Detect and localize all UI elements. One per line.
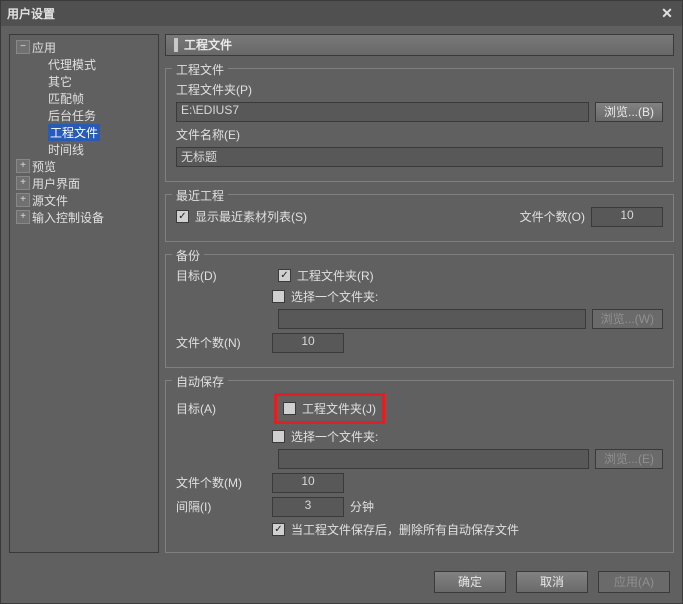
expand-icon[interactable]: + xyxy=(16,210,30,224)
collapse-icon[interactable]: − xyxy=(16,40,30,54)
tree-app[interactable]: −应用 xyxy=(12,39,156,56)
tree-ui[interactable]: +用户界面 xyxy=(12,175,156,192)
footer: 确定 取消 应用(A) xyxy=(1,561,682,603)
autosave-select-checkbox[interactable] xyxy=(272,430,285,443)
autosave-folder-label: 工程文件夹(J) xyxy=(302,400,376,417)
dialog-title: 用户设置 xyxy=(7,5,658,22)
delete-autosave-checkbox[interactable] xyxy=(272,523,285,536)
interval-input[interactable]: 3 xyxy=(272,497,344,517)
autosave-folder-checkbox[interactable] xyxy=(283,402,296,415)
tree-input[interactable]: +输入控制设备 xyxy=(12,209,156,226)
filename-label: 文件名称(E) xyxy=(176,126,240,143)
highlight-box: 工程文件夹(J) xyxy=(274,393,385,424)
expand-icon[interactable]: + xyxy=(16,159,30,173)
close-icon[interactable]: ✕ xyxy=(658,4,676,22)
user-settings-dialog: 用户设置 ✕ −应用 代理模式 其它 匹配帧 后台任务 工程文件 时间线 +预览… xyxy=(0,0,683,604)
show-recent-checkbox[interactable] xyxy=(176,210,189,223)
backup-target-label: 目标(D) xyxy=(176,267,246,284)
backup-count-input[interactable]: 10 xyxy=(272,333,344,353)
cancel-button[interactable]: 取消 xyxy=(516,571,588,593)
backup-select-checkbox[interactable] xyxy=(272,290,285,303)
backup-group: 备份 目标(D) 工程文件夹(R) 选择一个文件夹: 浏览...(W) xyxy=(165,254,674,368)
backup-folder-label: 工程文件夹(R) xyxy=(297,267,374,284)
autosave-group: 自动保存 目标(A) 工程文件夹(J) 选择一个文件夹: xyxy=(165,380,674,553)
autosave-select-label: 选择一个文件夹: xyxy=(291,428,378,445)
recent-group: 最近工程 显示最近素材列表(S) 文件个数(O) 10 xyxy=(165,194,674,242)
titlebar: 用户设置 ✕ xyxy=(1,1,682,26)
autosave-count-label: 文件个数(M) xyxy=(176,474,266,491)
tree-timeline[interactable]: 时间线 xyxy=(12,141,156,158)
recent-count-label: 文件个数(O) xyxy=(520,208,585,225)
filename-value: 无标题 xyxy=(176,147,663,167)
expand-icon[interactable]: + xyxy=(16,176,30,190)
recent-count-input[interactable]: 10 xyxy=(591,207,663,227)
autosave-path-input[interactable] xyxy=(278,449,589,469)
backup-path-input[interactable] xyxy=(278,309,586,329)
folder-label: 工程文件夹(P) xyxy=(176,81,252,98)
expand-icon[interactable]: + xyxy=(16,193,30,207)
group-title: 自动保存 xyxy=(172,373,228,390)
autosave-count-input[interactable]: 10 xyxy=(272,473,344,493)
group-title: 备份 xyxy=(172,247,204,264)
tree-other[interactable]: 其它 xyxy=(12,73,156,90)
backup-folder-checkbox[interactable] xyxy=(278,269,291,282)
backup-select-label: 选择一个文件夹: xyxy=(291,288,378,305)
tree-bgtask[interactable]: 后台任务 xyxy=(12,107,156,124)
tree-proxy[interactable]: 代理模式 xyxy=(12,56,156,73)
backup-count-label: 文件个数(N) xyxy=(176,334,266,351)
autosave-browse-button: 浏览...(E) xyxy=(595,449,663,469)
group-title: 最近工程 xyxy=(172,187,228,204)
browse-button[interactable]: 浏览...(B) xyxy=(595,102,663,122)
folder-path: E:\EDIUS7 xyxy=(176,102,589,122)
page-title: 工程文件 xyxy=(165,34,674,56)
apply-button: 应用(A) xyxy=(598,571,670,593)
content-panel: 工程文件 工程文件 工程文件夹(P) E:\EDIUS7 浏览...(B) 文件… xyxy=(165,34,674,553)
project-file-group: 工程文件 工程文件夹(P) E:\EDIUS7 浏览...(B) 文件名称(E)… xyxy=(165,68,674,182)
tree-match[interactable]: 匹配帧 xyxy=(12,90,156,107)
interval-unit: 分钟 xyxy=(350,498,374,515)
show-recent-label: 显示最近素材列表(S) xyxy=(195,208,307,225)
tree-project[interactable]: 工程文件 xyxy=(12,124,156,141)
tree-source[interactable]: +源文件 xyxy=(12,192,156,209)
nav-tree: −应用 代理模式 其它 匹配帧 后台任务 工程文件 时间线 +预览 +用户界面 … xyxy=(9,34,159,553)
interval-label: 间隔(I) xyxy=(176,498,266,515)
tree-preview[interactable]: +预览 xyxy=(12,158,156,175)
backup-browse-button: 浏览...(W) xyxy=(592,309,663,329)
group-title: 工程文件 xyxy=(172,61,228,78)
autosave-target-label: 目标(A) xyxy=(176,400,246,417)
delete-autosave-label: 当工程文件保存后，删除所有自动保存文件 xyxy=(291,521,519,538)
ok-button[interactable]: 确定 xyxy=(434,571,506,593)
